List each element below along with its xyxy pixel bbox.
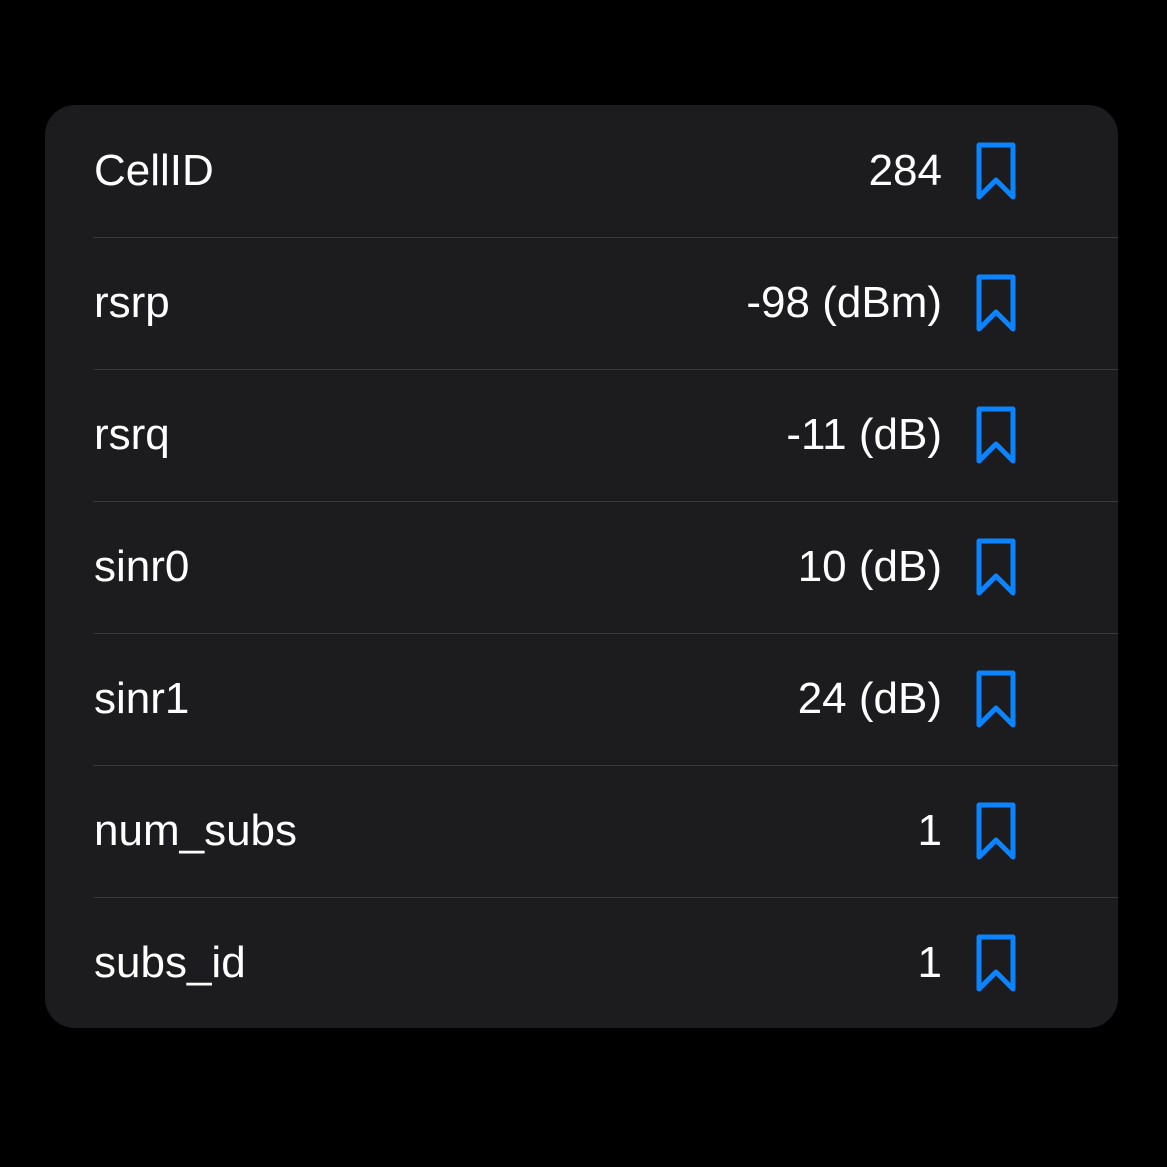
bookmark-icon[interactable] [974, 538, 1018, 598]
row-value: -98 (dBm) [746, 278, 942, 327]
list-row-sinr0: sinr0 10 (dB) [45, 501, 1118, 633]
row-label: rsrq [94, 410, 170, 459]
row-label: CellID [94, 146, 214, 195]
row-label: sinr0 [94, 542, 190, 591]
row-label: sinr1 [94, 674, 190, 723]
bookmark-icon[interactable] [974, 274, 1018, 334]
row-value: 10 (dB) [797, 542, 942, 591]
bookmark-icon[interactable] [974, 142, 1018, 202]
row-label: rsrp [94, 278, 170, 327]
bookmark-icon[interactable] [974, 406, 1018, 466]
row-value: 284 [868, 146, 942, 195]
list-row-subs-id: subs_id 1 [45, 897, 1118, 1028]
row-value: 1 [917, 806, 942, 855]
list-row-rsrp: rsrp -98 (dBm) [45, 237, 1118, 369]
bookmark-icon[interactable] [974, 934, 1018, 994]
list-row-rsrq: rsrq -11 (dB) [45, 369, 1118, 501]
bookmark-icon[interactable] [974, 670, 1018, 730]
row-label: subs_id [94, 938, 246, 987]
bookmark-icon[interactable] [974, 802, 1018, 862]
info-list-card: CellID 284 rsrp -98 (dBm) rsrq -11 (dB) … [45, 105, 1118, 1028]
list-row-cellid: CellID 284 [45, 105, 1118, 237]
row-label: num_subs [94, 806, 298, 855]
row-value: -11 (dB) [786, 410, 942, 459]
row-value: 24 (dB) [797, 674, 942, 723]
list-row-sinr1: sinr1 24 (dB) [45, 633, 1118, 765]
row-value: 1 [917, 938, 942, 987]
list-row-num-subs: num_subs 1 [45, 765, 1118, 897]
